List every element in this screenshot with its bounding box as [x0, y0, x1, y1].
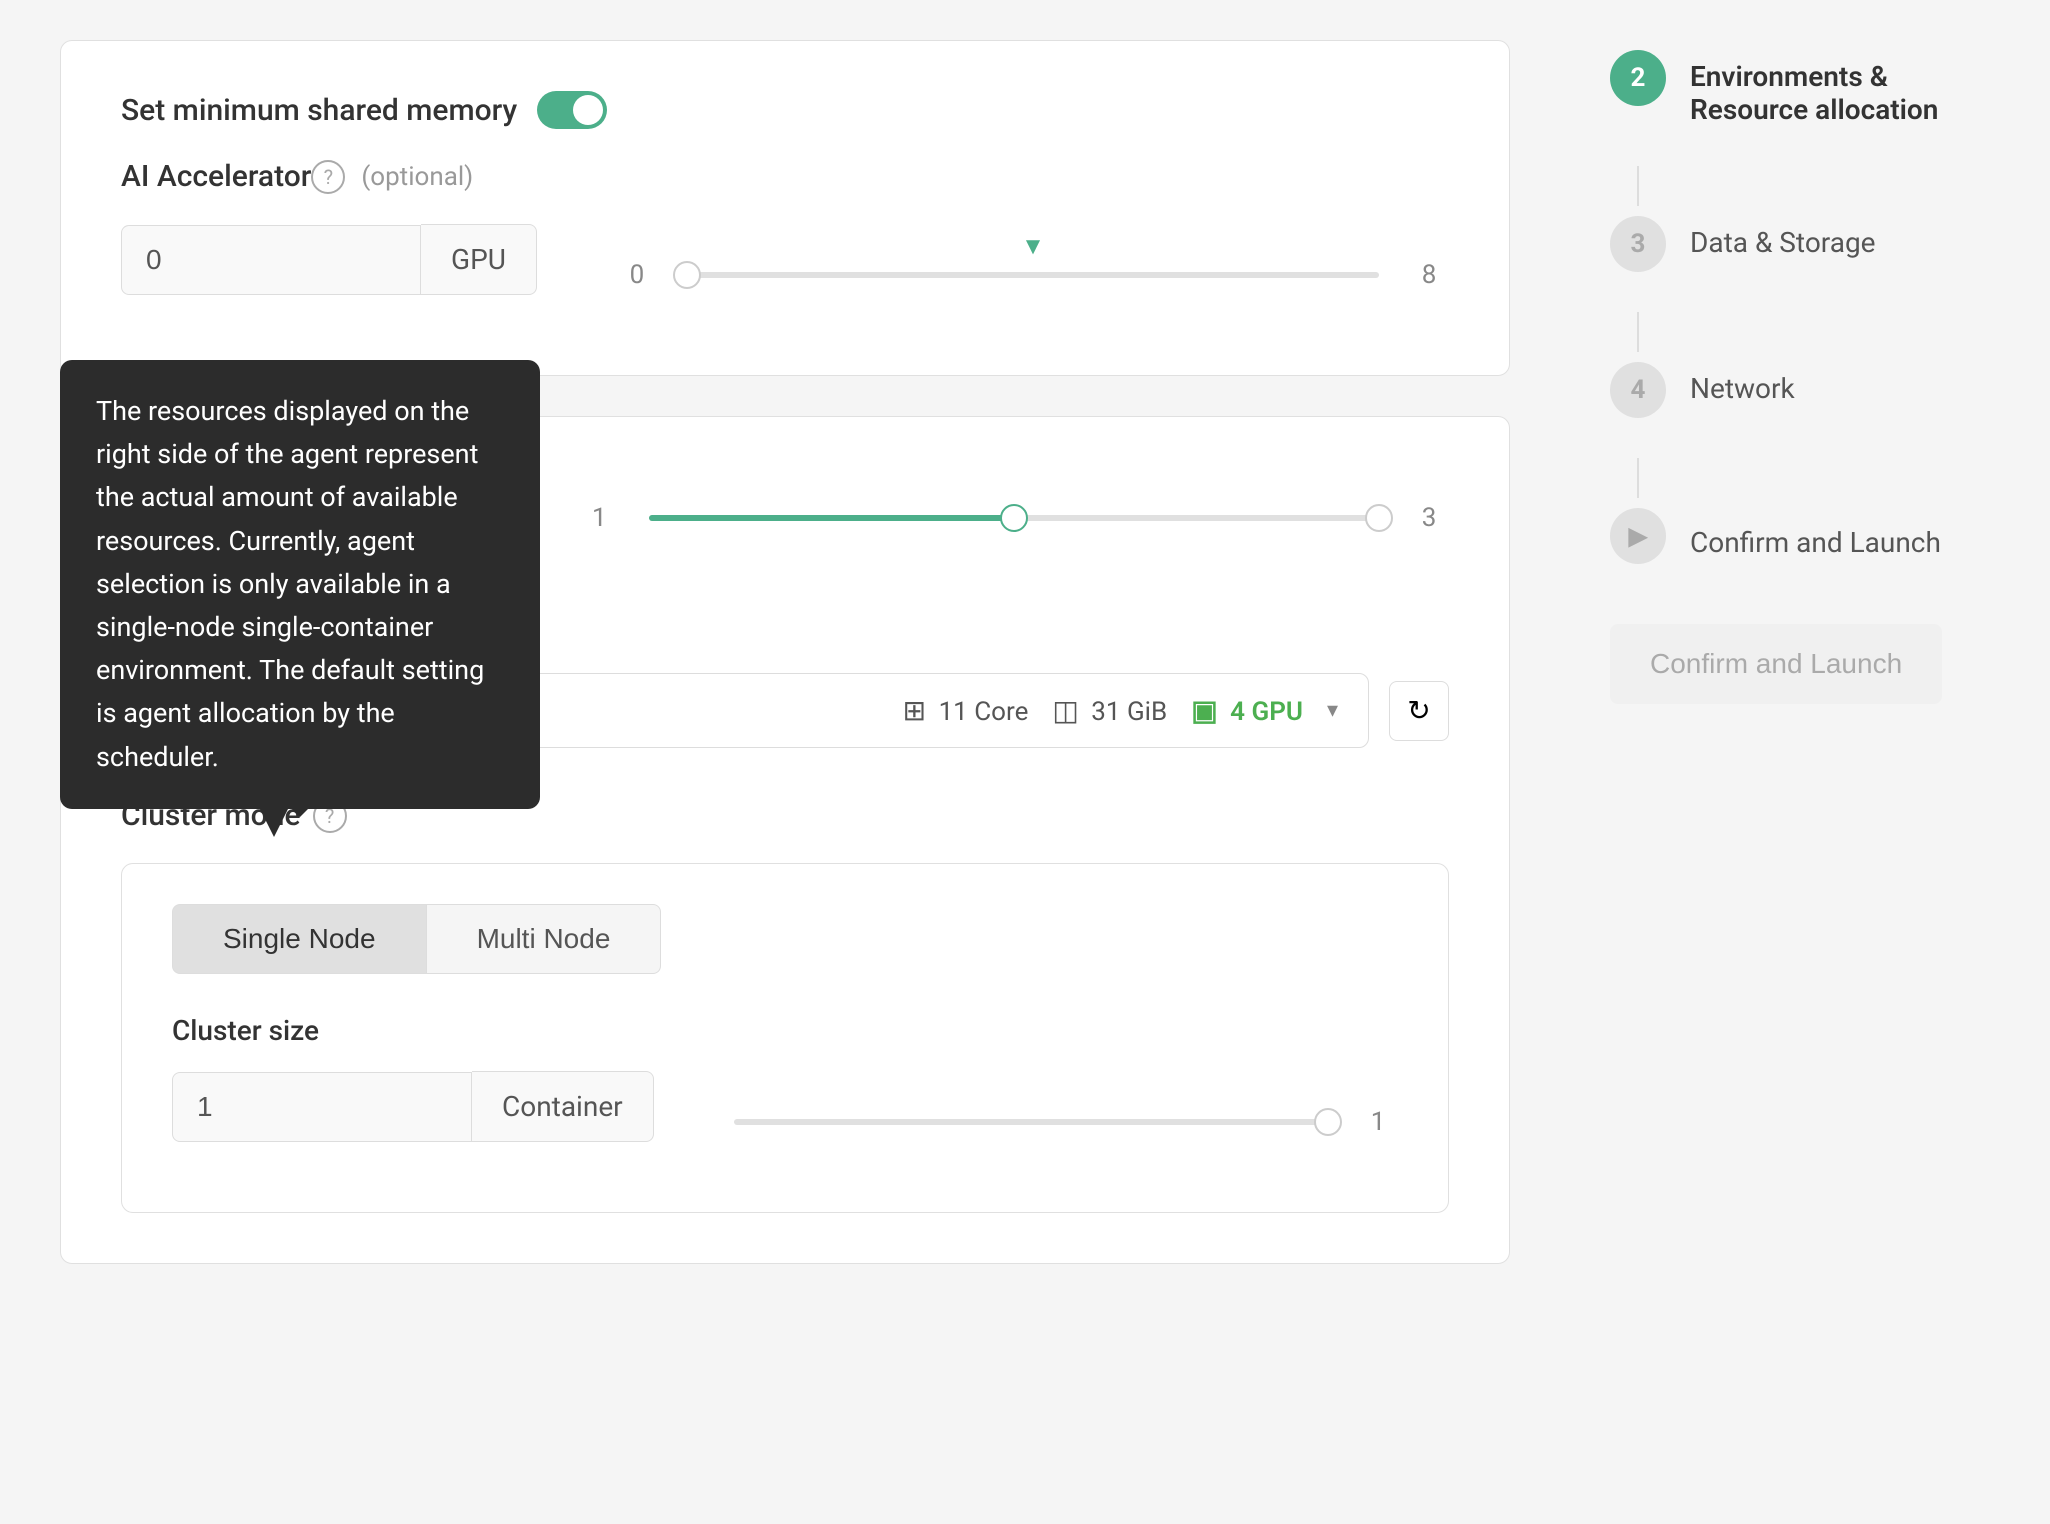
cluster-slider-value: 1	[1358, 1107, 1398, 1137]
cpu-icon: ⊞	[903, 694, 926, 727]
tooltip-box: The resources displayed on the right sid…	[60, 360, 540, 809]
step-3-label: Data & Storage	[1690, 216, 1876, 259]
dropdown-chevron-icon: ▾	[1327, 698, 1338, 723]
cluster-size-slider[interactable]	[734, 1119, 1328, 1125]
cluster-size-label: Cluster size	[172, 1014, 1398, 1047]
step-data-storage: 3 Data & Storage	[1610, 216, 2010, 272]
step-3-number: 3	[1631, 229, 1646, 259]
ai-accelerator-slider[interactable]: ▼	[687, 272, 1379, 278]
cluster-size-input[interactable]	[172, 1072, 472, 1142]
step-2-number: 2	[1631, 63, 1646, 93]
worker-slider-container: 1 3	[579, 503, 1449, 533]
slider-dropdown-arrow: ▼	[1021, 232, 1045, 261]
ai-accelerator-row: AI Accelerator ? (optional)	[121, 159, 1449, 194]
gpu-icon: ▣	[1191, 694, 1217, 727]
ai-accelerator-input[interactable]	[121, 225, 421, 295]
cluster-size-slider-container: 1	[734, 1107, 1398, 1137]
ai-accelerator-help-icon[interactable]: ?	[311, 160, 345, 194]
step-confirm-label: Confirm and Launch	[1690, 516, 1941, 559]
confirm-launch-button[interactable]: Confirm and Launch	[1610, 624, 1942, 704]
cluster-tab-row: Single Node Multi Node	[172, 904, 1398, 974]
step-connector-3-4	[1637, 312, 1639, 352]
core-unit: Core	[974, 697, 1028, 727]
gpu-count: 4	[1230, 697, 1245, 727]
agent-specs: ⊞ 11 Core ◫ 31 GiB ▣ 4 GPU ▾	[903, 694, 1338, 727]
step-4-circle: 4	[1610, 362, 1666, 418]
cluster-size-unit: Container	[472, 1071, 654, 1142]
step-4-number: 4	[1631, 375, 1646, 405]
cluster-mode-card: Single Node Multi Node Cluster size Cont…	[121, 863, 1449, 1213]
step-network: 4 Network	[1610, 362, 2010, 418]
step-2-circle: 2	[1610, 50, 1666, 106]
step-connector-2-3	[1637, 166, 1639, 206]
ai-accelerator-input-row: GPU	[121, 224, 537, 295]
shared-memory-label: Set minimum shared memory	[121, 93, 517, 128]
step-2-label: Environments & Resource allocation	[1690, 50, 2010, 126]
gpu-unit: GPU	[1251, 697, 1302, 727]
mem-spec: ◫ 31 GiB	[1052, 694, 1167, 727]
ai-accelerator-optional: (optional)	[361, 162, 473, 192]
core-count: 11	[939, 697, 968, 727]
mem-unit: GiB	[1127, 697, 1167, 727]
sidebar: 2 Environments & Resource allocation 3 D…	[1570, 0, 2050, 1524]
multi-node-tab[interactable]: Multi Node	[427, 904, 662, 974]
mem-count: 31	[1091, 697, 1120, 727]
worker-slider-min: 1	[579, 503, 619, 533]
worker-slider-max: 3	[1409, 503, 1449, 533]
shared-memory-row: Set minimum shared memory	[121, 91, 1449, 129]
step-environments: 2 Environments & Resource allocation	[1610, 50, 2010, 126]
ai-accelerator-label: AI Accelerator	[121, 159, 311, 194]
ai-accelerator-unit: GPU	[421, 224, 537, 295]
mem-icon: ◫	[1052, 694, 1078, 727]
refresh-icon: ↻	[1407, 694, 1430, 727]
tooltip-text: The resources displayed on the right sid…	[96, 395, 484, 773]
ai-accelerator-card: Set minimum shared memory AI Accelerator…	[60, 40, 1510, 376]
step-3-circle: 3	[1610, 216, 1666, 272]
step-connector-4-launch	[1637, 458, 1639, 498]
core-spec: ⊞ 11 Core	[903, 694, 1029, 727]
agent-refresh-button[interactable]: ↻	[1389, 681, 1449, 741]
ai-slider-max: 8	[1409, 260, 1449, 290]
step-4-label: Network	[1690, 362, 1795, 405]
worker-slider[interactable]	[649, 515, 1379, 521]
ai-slider-min: 0	[617, 260, 657, 290]
single-node-tab[interactable]: Single Node	[172, 904, 427, 974]
shared-memory-toggle[interactable]	[537, 91, 607, 129]
step-confirm-launch: ▶ Confirm and Launch	[1610, 508, 2010, 564]
step-play-circle: ▶	[1610, 508, 1666, 564]
play-icon: ▶	[1629, 522, 1647, 550]
cluster-size-input-row: Container	[172, 1071, 654, 1142]
gpu-spec: ▣ 4 GPU	[1191, 694, 1303, 727]
ai-accelerator-slider-container: 0 ▼ 8	[617, 260, 1449, 290]
